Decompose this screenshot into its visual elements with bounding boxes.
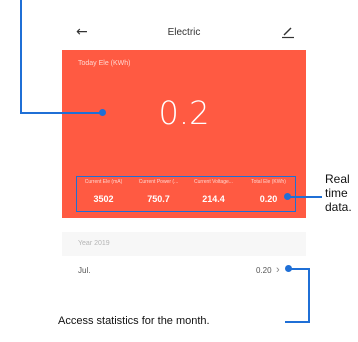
monthly-annotation: Access statistics for the month. (58, 315, 210, 327)
chevron-right-icon[interactable]: › (276, 264, 280, 276)
edit-icon[interactable] (281, 25, 295, 39)
app-screen: ← Electric Today Ele (KWh) 0.2 Current E… (62, 0, 306, 300)
page-title: Electric (167, 27, 201, 38)
annotation-line: Real (325, 172, 350, 186)
year-label: Year 2019 (78, 240, 110, 247)
hero-callout-dot (99, 109, 106, 116)
realtime-callout-line (288, 196, 322, 198)
monthly-callout-line (308, 268, 310, 322)
top-bar: ← Electric (62, 20, 306, 50)
monthly-callout-line (285, 321, 310, 323)
realtime-highlight-box (76, 176, 296, 212)
month-row[interactable]: Jul. 0.20 › (62, 258, 306, 284)
hero-callout-line (20, 0, 22, 113)
realtime-annotation: Real time data. (325, 172, 352, 214)
month-label: Jul. (78, 266, 91, 275)
month-value: 0.20 (256, 266, 272, 275)
monthly-callout-line (289, 268, 309, 270)
hero-callout-line (20, 112, 100, 114)
year-section-header: Year 2019 (62, 232, 306, 256)
annotation-line: time (325, 186, 348, 200)
annotation-line: data. (325, 200, 352, 214)
today-energy-label: Today Ele (KWh) (78, 60, 131, 67)
